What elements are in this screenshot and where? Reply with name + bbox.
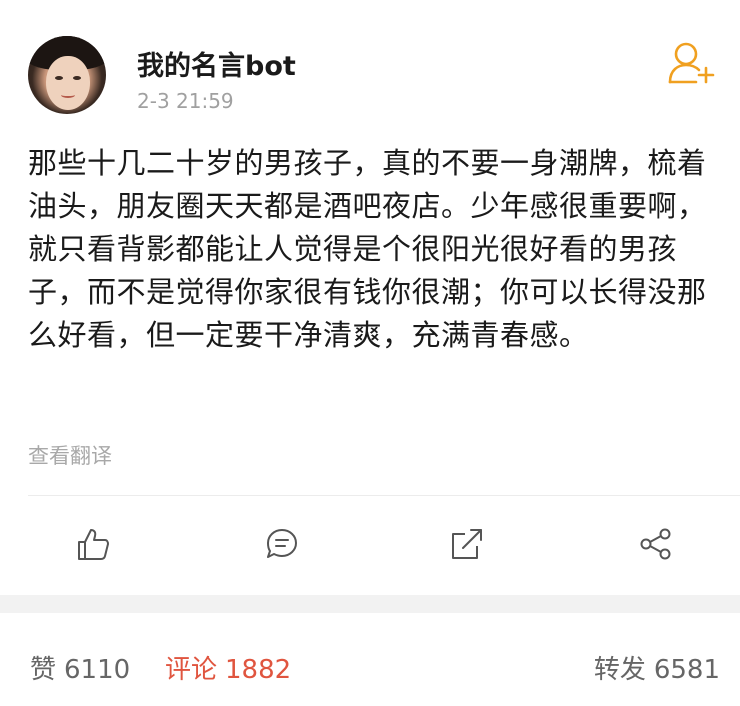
post-timestamp: 2-3 21:59 bbox=[137, 89, 234, 113]
post-content: 那些十几二十岁的男孩子，真的不要一身潮牌，梳着油头，朋友圈天天都是酒吧夜店。少年… bbox=[28, 146, 707, 352]
section-gap bbox=[0, 595, 740, 613]
like-button[interactable] bbox=[71, 522, 115, 566]
reposts-count: 6581 bbox=[653, 655, 720, 685]
stats-bar: 赞 6110 评论 1882 转发 6581 bbox=[0, 613, 740, 706]
username[interactable]: 我的名言bot bbox=[137, 44, 296, 83]
reposts-tab[interactable]: 转发 6581 bbox=[594, 649, 720, 686]
share-icon bbox=[640, 528, 671, 560]
avatar[interactable] bbox=[28, 36, 106, 114]
reposts-label: 转发 bbox=[593, 655, 646, 685]
likes-label: 赞 bbox=[30, 655, 57, 685]
weibo-post: 我的名言bot 2-3 21:59 那些十几二十岁的男孩子，真的不要一身潮牌，梳… bbox=[0, 0, 740, 595]
translate-link[interactable]: 查看翻译 bbox=[28, 440, 112, 470]
comment-icon bbox=[267, 529, 297, 558]
comments-count: 1882 bbox=[225, 655, 292, 685]
add-user-icon bbox=[668, 42, 715, 84]
likes-tab[interactable]: 赞 6110 bbox=[30, 649, 130, 686]
share-button[interactable] bbox=[634, 522, 678, 566]
thumbs-up-icon bbox=[78, 529, 109, 560]
repost-button[interactable] bbox=[445, 522, 489, 566]
follow-button[interactable] bbox=[666, 40, 718, 86]
divider bbox=[28, 495, 740, 496]
comment-button[interactable] bbox=[260, 522, 304, 566]
comments-tab[interactable]: 评论 1882 bbox=[165, 649, 291, 686]
repost-icon bbox=[452, 529, 482, 559]
comments-label: 评论 bbox=[165, 655, 218, 685]
likes-count: 6110 bbox=[64, 655, 131, 685]
